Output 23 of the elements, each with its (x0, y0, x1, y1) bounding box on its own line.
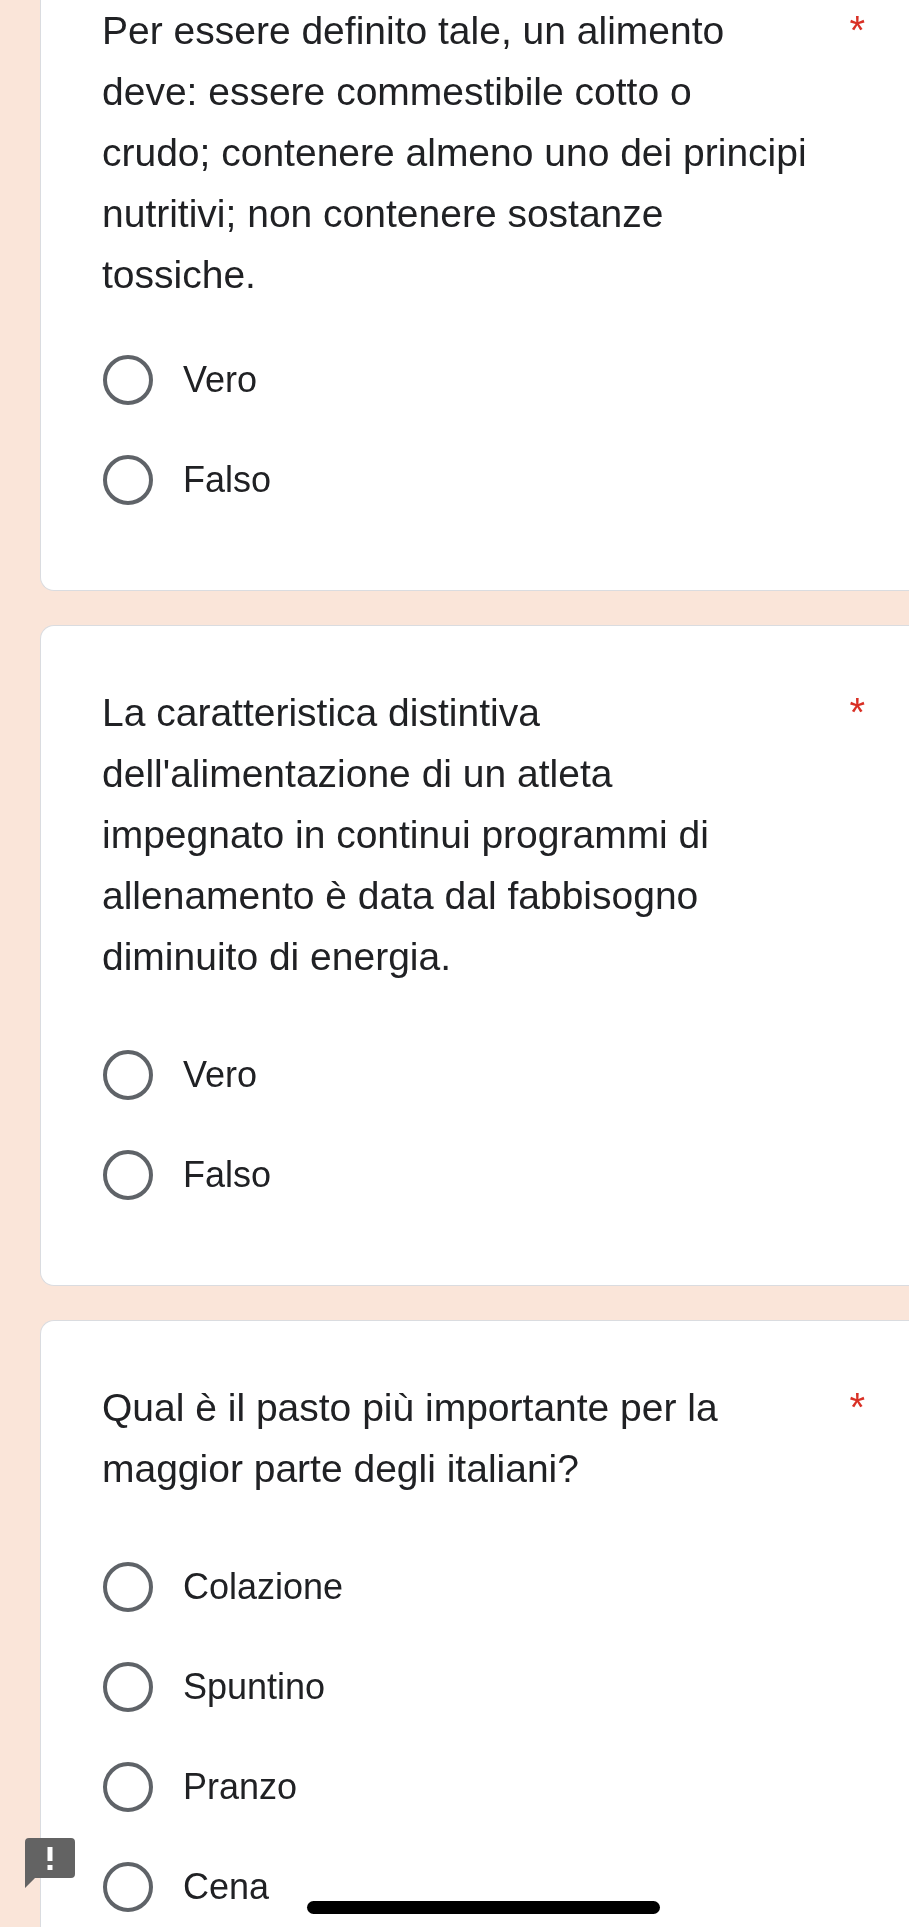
required-asterisk: * (849, 7, 865, 54)
radio-button[interactable] (103, 455, 153, 505)
option-label: Vero (183, 1053, 258, 1097)
radio-button[interactable] (103, 1862, 153, 1912)
radio-button[interactable] (103, 1562, 153, 1612)
required-asterisk: * (849, 689, 865, 736)
radio-button[interactable] (103, 1050, 153, 1100)
feedback-icon[interactable] (25, 1838, 75, 1888)
question-text: Per essere definito tale, un alimento deve: essere commestibile cotto o crudo; contenere almeno uno dei principi nutritivi; non contenere sostanze tossiche. (102, 8, 808, 298)
option-label: Pranzo (183, 1765, 298, 1809)
option-label: Vero (183, 358, 258, 402)
option-label: Falso (183, 458, 272, 502)
option-label: Colazione (183, 1565, 344, 1609)
option-label: Spuntino (183, 1665, 326, 1709)
option-label: Cena (183, 1865, 270, 1909)
question-text: La caratteristica distintiva dell'alimentazione di un atleta impegnato in continui programmi di allenamento è data dal fabbisogno diminuito di energia. (102, 690, 710, 980)
option-label: Falso (183, 1153, 272, 1197)
radio-button[interactable] (103, 355, 153, 405)
radio-button[interactable] (103, 1150, 153, 1200)
radio-button[interactable] (103, 1662, 153, 1712)
radio-button[interactable] (103, 1762, 153, 1812)
required-asterisk: * (849, 1384, 865, 1431)
question-text: Qual è il pasto più importante per la maggior parte degli italiani? (102, 1385, 719, 1492)
